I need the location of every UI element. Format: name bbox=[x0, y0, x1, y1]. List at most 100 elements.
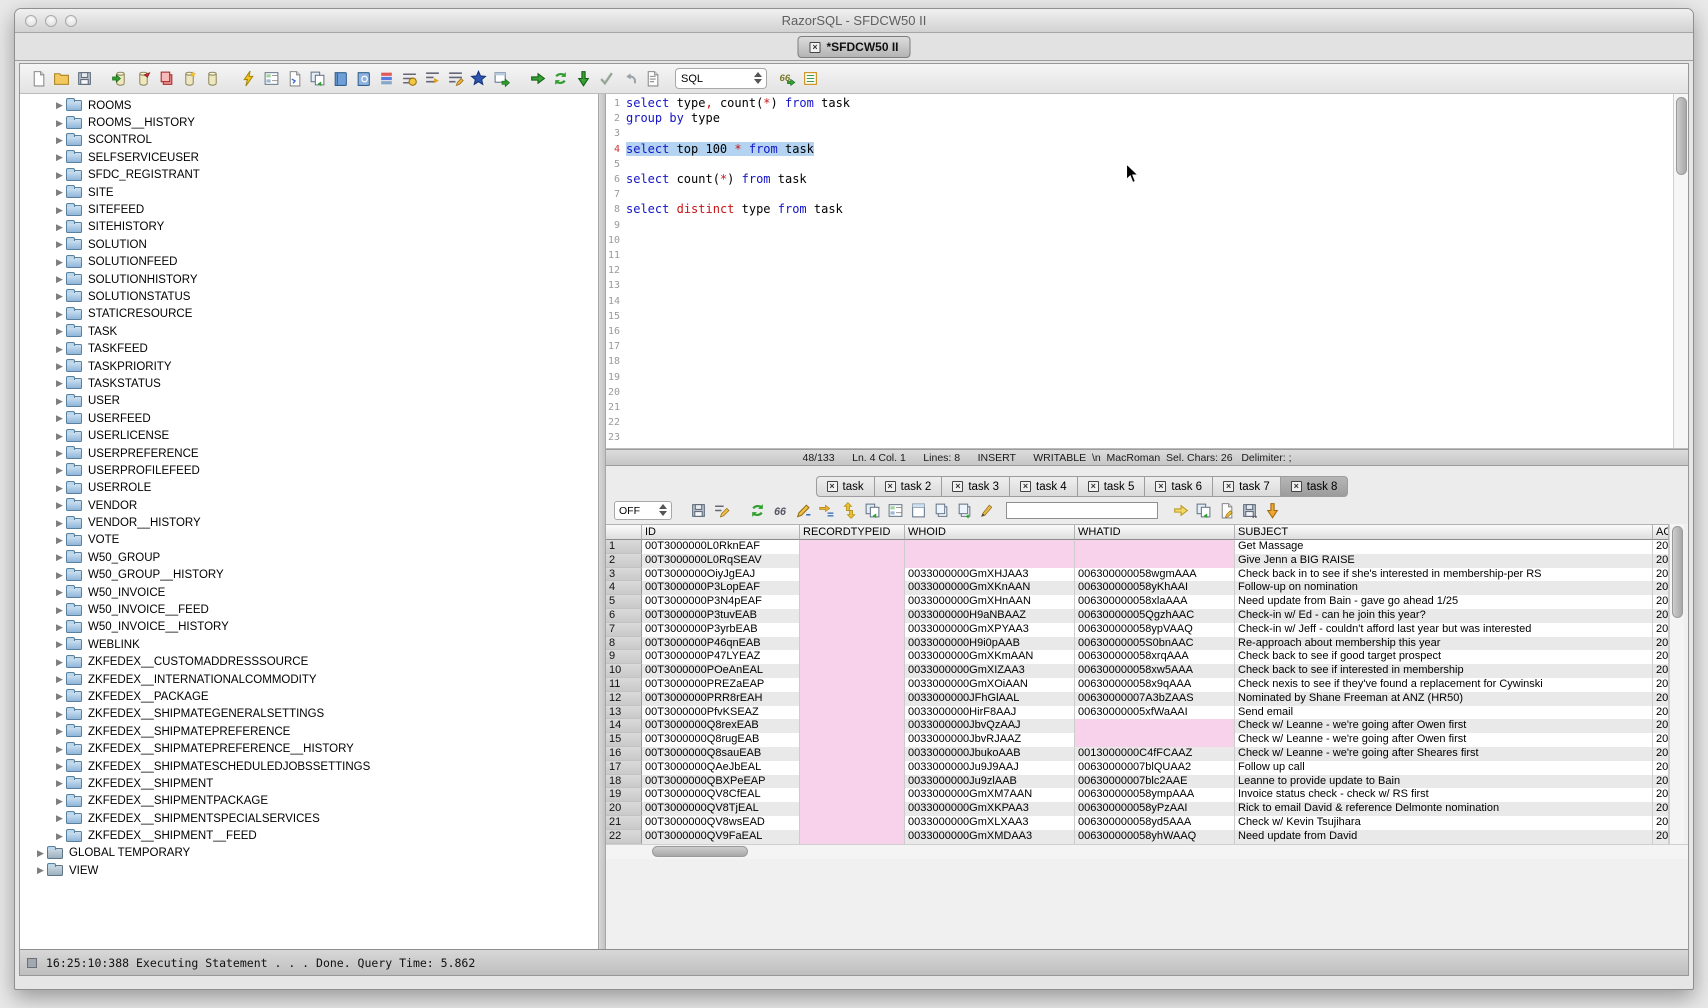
cell-whoid[interactable]: 0033000000JbvQzAAJ bbox=[905, 719, 1075, 733]
sidebar-item-w50-group-history[interactable]: ▶W50_GROUP__HISTORY bbox=[20, 567, 598, 584]
favorites-star-icon[interactable] bbox=[468, 68, 489, 90]
export-table-icon[interactable] bbox=[491, 68, 512, 90]
cell-id[interactable]: 00T3000000P3LopEAF bbox=[642, 581, 800, 595]
cell-ac[interactable]: 200 bbox=[1653, 719, 1669, 733]
edit-sql-icon[interactable] bbox=[445, 68, 466, 90]
disclosure-triangle-icon[interactable]: ▶ bbox=[53, 813, 66, 824]
copy-columns-icon[interactable] bbox=[954, 500, 975, 522]
cell-id[interactable]: 00T3000000PfvKSEAZ bbox=[642, 706, 800, 720]
sidebar-item-global-temporary[interactable]: ▶GLOBAL TEMPORARY bbox=[20, 845, 598, 862]
refresh-schema-icon[interactable] bbox=[307, 68, 328, 90]
cell-whatid[interactable]: 006300000058wgmAAA bbox=[1075, 568, 1235, 582]
result-tab-task-7[interactable]: ×task 7 bbox=[1212, 476, 1280, 497]
disclosure-triangle-icon[interactable]: ▶ bbox=[53, 831, 66, 842]
disclosure-triangle-icon[interactable]: ▶ bbox=[53, 274, 66, 285]
sidebar-item-w50-group[interactable]: ▶W50_GROUP bbox=[20, 549, 598, 566]
cell-whatid[interactable]: 0013000000C4fFCAAZ bbox=[1075, 747, 1235, 761]
cell-ac[interactable]: 200 bbox=[1653, 788, 1669, 802]
sidebar-item-solutionhistory[interactable]: ▶SOLUTIONHISTORY bbox=[20, 271, 598, 288]
cell-whoid[interactable]: 0033000000GmXKnAAN bbox=[905, 581, 1075, 595]
sql-editor[interactable]: 1select type, count(*) from task2group b… bbox=[606, 94, 1673, 448]
cell-id[interactable]: 00T3000000L0RknEAF bbox=[642, 540, 800, 554]
sidebar-item-userfeed[interactable]: ▶USERFEED bbox=[20, 410, 598, 427]
cell-subject[interactable]: Check w/ Kevin Tsujihara bbox=[1235, 816, 1653, 830]
cell-ac[interactable]: 200 bbox=[1653, 692, 1669, 706]
result-tab-task-3[interactable]: ×task 3 bbox=[941, 476, 1009, 497]
cell-subject[interactable]: Rick to email David & reference Delmonte… bbox=[1235, 802, 1653, 816]
cell-whatid[interactable]: 006300000058yd5AAA bbox=[1075, 816, 1235, 830]
cell-subject[interactable]: Need update from David bbox=[1235, 830, 1653, 844]
cell-whatid[interactable] bbox=[1075, 733, 1235, 747]
sql-history-icon[interactable] bbox=[399, 68, 420, 90]
cell-whoid[interactable]: 0033000000GmXHJAA3 bbox=[905, 568, 1075, 582]
disclosure-triangle-icon[interactable]: ▶ bbox=[53, 570, 66, 581]
sidebar-item-zkfedex-shipmentspecialservices[interactable]: ▶ZKFEDEX__SHIPMENTSPECIALSERVICES bbox=[20, 810, 598, 827]
cell-recordtypeid[interactable] bbox=[800, 554, 905, 568]
disclosure-triangle-icon[interactable]: ▶ bbox=[53, 378, 66, 389]
disclosure-triangle-icon[interactable]: ▶ bbox=[53, 465, 66, 476]
format-sql-icon[interactable] bbox=[422, 68, 443, 90]
table-vertical-scrollbar[interactable] bbox=[1669, 524, 1684, 844]
cell-whoid[interactable]: 0033000000GmXKmAAN bbox=[905, 650, 1075, 664]
table-row[interactable]: 1300T3000000PfvKSEAZ0033000000HirF8AAJ00… bbox=[606, 706, 1669, 720]
disclosure-triangle-icon[interactable]: ▶ bbox=[53, 135, 66, 146]
auto-commit-sync-icon[interactable] bbox=[550, 68, 571, 90]
save-icon[interactable] bbox=[74, 68, 95, 90]
sidebar-item-view[interactable]: ▶VIEW bbox=[20, 862, 598, 879]
cell-whatid[interactable] bbox=[1075, 719, 1235, 733]
disclosure-triangle-icon[interactable]: ▶ bbox=[53, 657, 66, 668]
row-number-cell[interactable]: 6 bbox=[606, 609, 642, 623]
cell-whoid[interactable]: 0033000000GmXHnAAN bbox=[905, 595, 1075, 609]
sidebar-item-zkfedex-shipmatepreference-history[interactable]: ▶ZKFEDEX__SHIPMATEPREFERENCE__HISTORY bbox=[20, 740, 598, 757]
cell-ac[interactable]: 200 bbox=[1653, 623, 1669, 637]
cell-whoid[interactable]: 0033000000Ju9J9AAJ bbox=[905, 761, 1075, 775]
cell-whoid[interactable]: 0033000000JbukoAAB bbox=[905, 747, 1075, 761]
format-results-icon[interactable] bbox=[711, 500, 732, 522]
cell-recordtypeid[interactable] bbox=[800, 830, 905, 844]
row-number-cell[interactable]: 19 bbox=[606, 788, 642, 802]
result-tab-task-2[interactable]: ×task 2 bbox=[874, 476, 942, 497]
table-row[interactable]: 1100T3000000PREZaEAP0033000000GmXOiAAN00… bbox=[606, 678, 1669, 692]
cell-whoid[interactable]: 0033000000HirF8AAJ bbox=[905, 706, 1075, 720]
row-number-cell[interactable]: 20 bbox=[606, 802, 642, 816]
cell-recordtypeid[interactable] bbox=[800, 595, 905, 609]
cell-subject[interactable]: Give Jenn a BIG RAISE bbox=[1235, 554, 1653, 568]
disclosure-triangle-icon[interactable]: ▶ bbox=[53, 709, 66, 720]
table-row[interactable]: 1800T3000000QBXPeEAP0033000000Ju9zlAAB00… bbox=[606, 775, 1669, 789]
disclosure-triangle-icon[interactable]: ▶ bbox=[53, 796, 66, 807]
cell-ac[interactable]: 200 bbox=[1653, 540, 1669, 554]
disclosure-triangle-icon[interactable]: ▶ bbox=[53, 500, 66, 511]
column-header-whatid[interactable]: WHATID bbox=[1075, 524, 1235, 540]
database-browser-tree[interactable]: ▶ROOMS▶ROOMS__HISTORY▶SCONTROL▶SELFSERVI… bbox=[20, 94, 598, 949]
disclosure-triangle-icon[interactable]: ▶ bbox=[53, 744, 66, 755]
table-row[interactable]: 800T3000000P46qnEAB0033000000H9i0pAAB006… bbox=[606, 637, 1669, 651]
copy-table-icon[interactable] bbox=[156, 68, 177, 90]
close-tab-icon[interactable]: × bbox=[809, 42, 820, 53]
cell-id[interactable]: 00T3000000Q8rugEAB bbox=[642, 733, 800, 747]
disclosure-triangle-icon[interactable]: ▶ bbox=[53, 118, 66, 129]
cell-whoid[interactable]: 0033000000JFhGlAAL bbox=[905, 692, 1075, 706]
drop-db-object-icon[interactable] bbox=[202, 68, 223, 90]
sidebar-item-w50-invoice-feed[interactable]: ▶W50_INVOICE__FEED bbox=[20, 601, 598, 618]
disclosure-triangle-icon[interactable]: ▶ bbox=[53, 309, 66, 320]
cell-ac[interactable]: 200 bbox=[1653, 678, 1669, 692]
column-header-id[interactable]: ID bbox=[642, 524, 800, 540]
sidebar-item-taskfeed[interactable]: ▶TASKFEED bbox=[20, 340, 598, 357]
table-row[interactable]: 700T3000000P3yrbEAB0033000000GmXPYAA3006… bbox=[606, 623, 1669, 637]
sidebar-item-zkfedex-package[interactable]: ▶ZKFEDEX__PACKAGE bbox=[20, 688, 598, 705]
disclosure-triangle-icon[interactable]: ▶ bbox=[53, 552, 66, 563]
cell-recordtypeid[interactable] bbox=[800, 788, 905, 802]
sort-results-icon[interactable] bbox=[839, 500, 860, 522]
table-row[interactable]: 1200T3000000PRR8rEAH0033000000JFhGlAAL00… bbox=[606, 692, 1669, 706]
result-tab-task-4[interactable]: ×task 4 bbox=[1009, 476, 1077, 497]
disclosure-triangle-icon[interactable]: ▶ bbox=[53, 205, 66, 216]
sidebar-item-zkfedex-shipmentpackage[interactable]: ▶ZKFEDEX__SHIPMENTPACKAGE bbox=[20, 793, 598, 810]
cell-id[interactable]: 00T3000000P3yrbEAB bbox=[642, 623, 800, 637]
sidebar-item-rooms-history[interactable]: ▶ROOMS__HISTORY bbox=[20, 114, 598, 131]
table-hscroll-thumb[interactable] bbox=[652, 846, 748, 857]
cell-subject[interactable]: Check-in w/ Jeff - couldn't afford last … bbox=[1235, 623, 1653, 637]
save-page-icon[interactable] bbox=[1239, 500, 1260, 522]
cell-subject[interactable]: Re-approach about membership this year bbox=[1235, 637, 1653, 651]
sidebar-item-user[interactable]: ▶USER bbox=[20, 393, 598, 410]
table-row[interactable]: 1000T3000000POeAnEAL0033000000GmXIZAA300… bbox=[606, 664, 1669, 678]
